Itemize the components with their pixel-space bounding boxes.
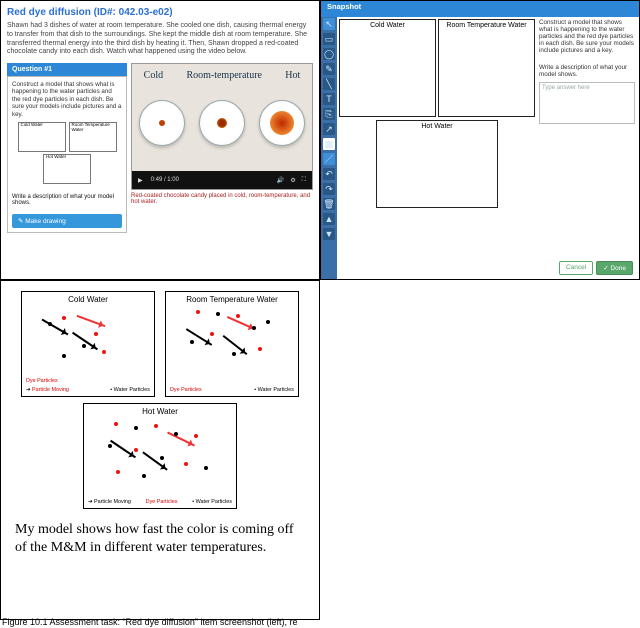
cursor-tool-icon[interactable]: ↖: [323, 18, 335, 30]
trash-tool-icon[interactable]: 🗑: [323, 198, 335, 210]
mini-box-hot: Hot Water: [43, 154, 91, 184]
dish-room: [199, 100, 245, 146]
dish-hot: [259, 100, 305, 146]
video-label-hot: Hot: [285, 70, 300, 81]
canvas-box-hot[interactable]: Hot Water: [376, 120, 498, 208]
rect-tool-icon[interactable]: ▭: [323, 33, 335, 45]
fullscreen-icon[interactable]: ⛶: [302, 177, 306, 184]
circle-tool-icon[interactable]: ◯: [323, 48, 335, 60]
item-description: Shawn had 3 dishes of water at room temp…: [7, 22, 313, 57]
snapshot-header: Snapshot: [321, 1, 639, 17]
undo-tool-icon[interactable]: ↶: [323, 168, 335, 180]
mini-box-room: Room Temperature Water: [69, 122, 117, 152]
volume-icon[interactable]: 🔊: [277, 177, 284, 184]
settings-icon[interactable]: ⚙: [290, 177, 295, 184]
student-response-panel: Cold Water ➔ Particle Moving • Water Par…: [0, 280, 320, 620]
text-tool-icon[interactable]: T: [323, 93, 335, 105]
back-tool-icon[interactable]: ▼: [323, 228, 335, 240]
student-answer-text: My model shows how fast the color is com…: [15, 521, 305, 556]
question-prompt: Construct a model that shows what is hap…: [12, 81, 122, 118]
play-icon[interactable]: ▶: [138, 177, 143, 184]
front-tool-icon[interactable]: ▲: [323, 213, 335, 225]
clone-tool-icon[interactable]: ⎘: [323, 108, 335, 120]
side-prompt: Construct a model that shows what is hap…: [539, 19, 635, 54]
cancel-button[interactable]: Cancel: [559, 261, 593, 275]
item-title: Red dye diffusion (ID#: 042.03-e02): [7, 7, 313, 18]
video-time: 0:49 / 1:00: [151, 177, 179, 183]
question-box: Construct a model that shows what is hap…: [7, 76, 127, 233]
side-prompt-panel: Construct a model that shows what is hap…: [539, 19, 635, 277]
question-header: Question #1: [7, 63, 127, 76]
figure-caption: Figure 10.1 Assessment task: “Red dye di…: [2, 617, 297, 627]
video-label-room: Room-temperature: [186, 70, 262, 81]
pencil-tool-icon[interactable]: ✎: [323, 63, 335, 75]
mini-box-cold: Cold Water: [18, 122, 66, 152]
response-box-room: Room Temperature Water Dye Particles • W…: [165, 291, 299, 397]
side-desc-line: Write a description of what your model s…: [539, 64, 635, 78]
stroke-tool-icon[interactable]: ／: [323, 153, 335, 165]
arrow-tool-icon[interactable]: ↗: [323, 123, 335, 135]
video-controls[interactable]: ▶ 0:49 / 1:00 🔊 ⚙ ⛶: [132, 171, 312, 189]
dish-cold: [139, 100, 185, 146]
canvas-box-cold[interactable]: Cold Water: [339, 19, 436, 117]
color-tool-icon[interactable]: ▩: [323, 138, 335, 150]
response-box-hot: Hot Water ➔ Particle Moving Dye Particle…: [83, 403, 237, 509]
line-tool-icon[interactable]: ╲: [323, 78, 335, 90]
tool-column: ↖ ▭ ◯ ✎ ╲ T ⎘ ↗ ▩ ／ ↶ ↷ 🗑 ▲ ▼: [321, 15, 337, 279]
drawing-canvas[interactable]: Cold Water Room Temperature Water Hot Wa…: [339, 19, 535, 277]
video-caption: Red-coated chocolate candy placed in col…: [131, 193, 313, 205]
done-button[interactable]: ✓ Done: [596, 261, 633, 275]
redo-tool-icon[interactable]: ↷: [323, 183, 335, 195]
item-screenshot-panel: Red dye diffusion (ID#: 042.03-e02) Shaw…: [0, 0, 320, 280]
describe-line: Write a description of what your model s…: [12, 194, 122, 206]
video-frame[interactable]: Cold Room-temperature Hot ▶ 0:49 / 1:00 …: [131, 63, 313, 190]
response-box-cold: Cold Water ➔ Particle Moving • Water Par…: [21, 291, 155, 397]
make-drawing-button[interactable]: ✎ Make drawing: [12, 214, 122, 228]
canvas-box-room[interactable]: Room Temperature Water: [438, 19, 535, 117]
drawing-tool-panel: Snapshot ↖ ▭ ◯ ✎ ╲ T ⎘ ↗ ▩ ／ ↶ ↷ 🗑 ▲ ▼ C…: [320, 0, 640, 280]
video-label-cold: Cold: [144, 70, 163, 81]
answer-textarea[interactable]: Type answer here: [539, 82, 635, 124]
